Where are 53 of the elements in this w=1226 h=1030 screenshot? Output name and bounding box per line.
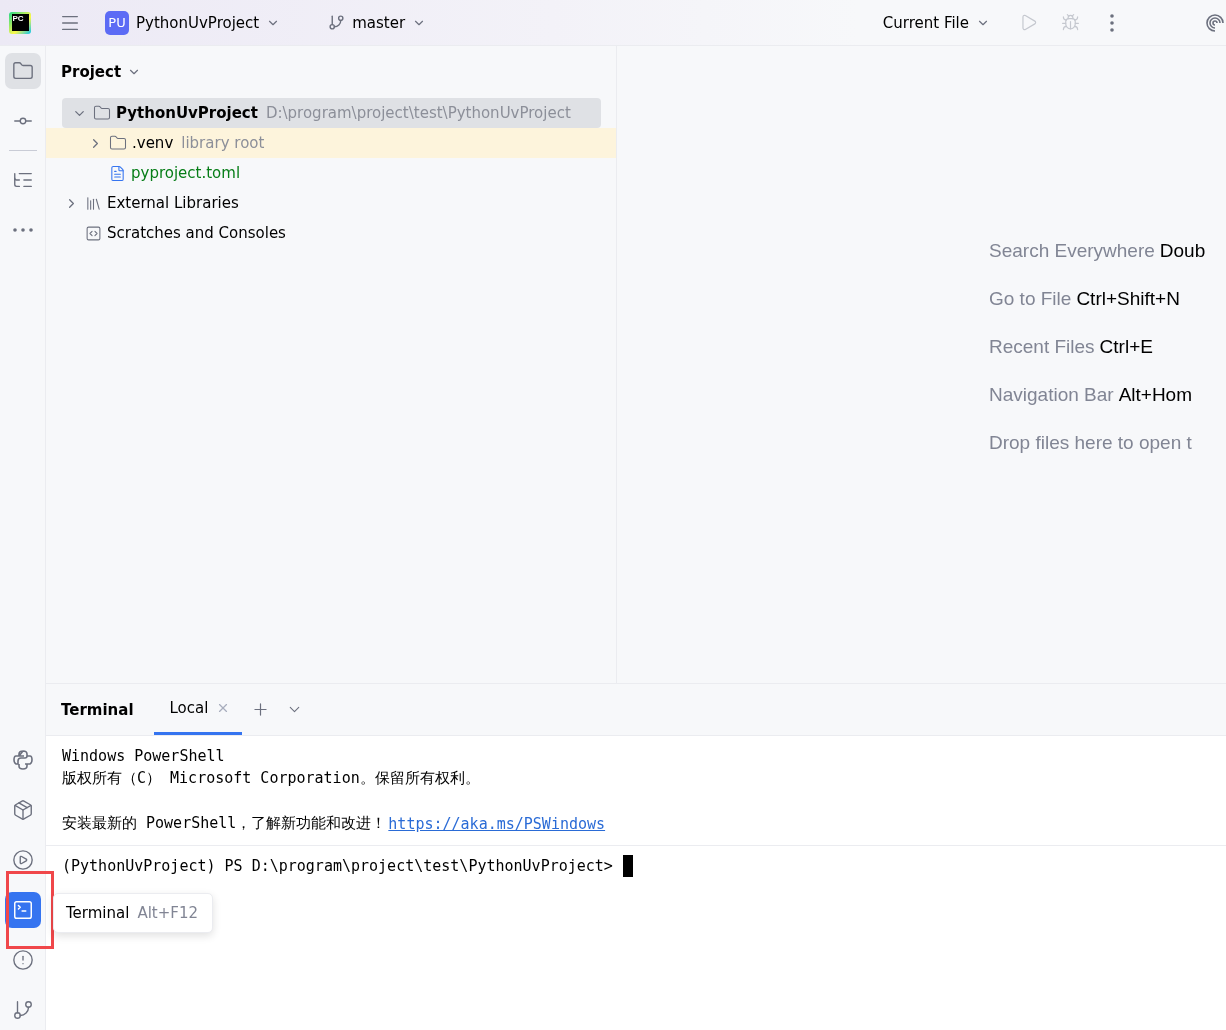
panel-title[interactable]: Project <box>61 63 142 81</box>
tree-item-name: Scratches and Consoles <box>107 224 286 242</box>
hint-label: Navigation Bar <box>989 383 1114 406</box>
terminal-icon <box>11 899 34 921</box>
library-icon <box>85 194 102 212</box>
scratches-icon <box>85 224 102 242</box>
tree-item-name: PythonUvProject <box>116 104 258 122</box>
text-cursor <box>622 855 633 877</box>
tree-row[interactable]: Scratches and Consoles <box>46 218 616 248</box>
hint-label: Recent Files <box>989 335 1095 358</box>
shortcut-text: Ctrl+Shift+N <box>1076 287 1180 310</box>
terminal-text: 版权所有（C） Microsoft Corporation。保留所有权利。 <box>62 769 480 789</box>
terminal-prompt: (PythonUvProject) PS D:\program\project\test\PythonUvProject> <box>62 857 613 875</box>
tooltip-label: Terminal <box>66 904 130 922</box>
folder-icon <box>11 60 34 82</box>
tree-item-name: pyproject.toml <box>131 164 241 182</box>
tree-item-name: External Libraries <box>107 194 239 212</box>
hint-label: Search Everywhere <box>989 239 1155 262</box>
alert-icon <box>11 949 34 971</box>
tree-row[interactable]: PythonUvProject D:\program\project\test\PythonUvProject <box>62 98 601 128</box>
hint-label: Go to File <box>989 287 1072 310</box>
panel-title: Terminal <box>61 700 134 719</box>
branch-icon <box>11 999 34 1021</box>
shortcut-text: Ctrl+E <box>1099 335 1153 358</box>
tooltip-shortcut: Alt+F12 <box>137 904 198 922</box>
tree-item-name: .venv <box>132 134 174 152</box>
shortcut-text: Doub <box>1159 239 1206 262</box>
terminal-text: 安装最新的 PowerShell，了解新功能和改进！ <box>62 814 387 834</box>
tree-item-hint: D:\program\project\test\PythonUvProject <box>265 104 571 122</box>
branch-icon <box>328 14 346 31</box>
app-logo: PC <box>9 11 31 34</box>
package-icon <box>11 799 34 821</box>
tree-row[interactable]: .venv library root <box>46 128 616 158</box>
hint-label: Drop files here to open t <box>989 431 1192 454</box>
tree-item-hint: library root <box>181 134 265 152</box>
tree-row[interactable]: External Libraries <box>46 188 616 218</box>
project-tool-button[interactable] <box>4 53 41 89</box>
python-icon <box>11 749 34 771</box>
tree-row[interactable]: pyproject.toml <box>46 158 616 188</box>
bug-icon <box>1060 13 1080 32</box>
file-icon <box>109 164 126 182</box>
project-selector[interactable]: PU PythonUvProject <box>99 6 287 39</box>
more-icon <box>12 228 33 232</box>
run-config-selector[interactable]: Current File <box>876 9 996 36</box>
shortcut-text: Alt+Hom <box>1118 383 1192 406</box>
terminal-link[interactable]: https://aka.ms/PSWindows <box>388 814 606 833</box>
more-vertical-icon <box>1110 13 1114 32</box>
folder-icon <box>109 134 127 152</box>
play-circle-icon <box>11 849 34 871</box>
folder-icon <box>93 104 111 122</box>
spiral-icon[interactable] <box>1206 13 1224 32</box>
terminal-text: Windows PowerShell <box>62 747 225 766</box>
branch-selector[interactable]: master <box>322 9 433 36</box>
